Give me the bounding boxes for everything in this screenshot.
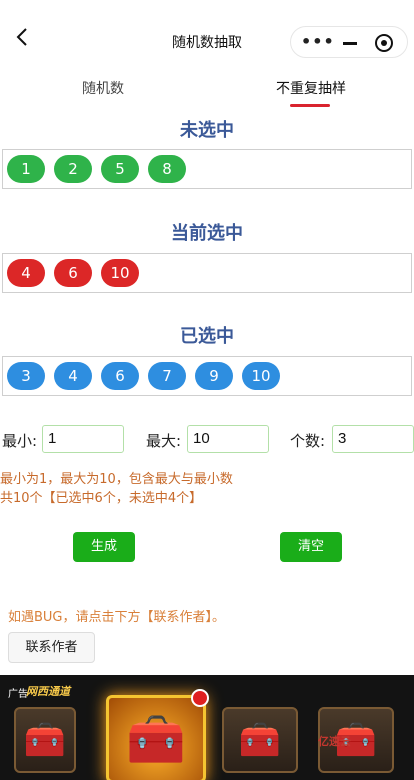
selected-box: 3 4 6 7 9 10 bbox=[2, 356, 412, 396]
clear-button[interactable]: 清空 bbox=[280, 532, 342, 562]
min-label: 最小: bbox=[2, 432, 38, 450]
more-icon[interactable]: ••• bbox=[301, 33, 334, 53]
range-hint: 最小为1，最大为10，包含最大与最小数 bbox=[0, 472, 233, 487]
tab-no-repeat-sampling[interactable]: 不重复抽样 bbox=[276, 78, 346, 98]
treasure-chest-card-highlighted[interactable]: 🧰 bbox=[106, 695, 206, 780]
tab-random-number[interactable]: 随机数 bbox=[82, 78, 124, 98]
count-label: 个数: bbox=[290, 432, 326, 450]
treasure-chest-icon: 🧰 bbox=[23, 720, 67, 760]
selected-title: 已选中 bbox=[180, 326, 234, 347]
number-ball: 4 bbox=[54, 362, 92, 390]
unselected-box: 1 2 5 8 bbox=[2, 149, 412, 189]
mini-program-capsule: ••• bbox=[290, 26, 408, 58]
current-box: 4 6 10 bbox=[2, 253, 412, 293]
number-ball: 6 bbox=[54, 259, 92, 287]
number-ball: 2 bbox=[54, 155, 92, 183]
ad-banner[interactable]: 广告 网西通道 🧰 🧰 🧰 🧰 亿速云 bbox=[0, 675, 414, 780]
watermark: 亿速云 bbox=[318, 735, 351, 748]
treasure-chest-icon: 🧰 bbox=[238, 720, 282, 760]
number-ball: 7 bbox=[148, 362, 186, 390]
bug-tip: 如遇BUG，请点击下方【联系作者】。 bbox=[8, 610, 226, 625]
minimize-icon[interactable] bbox=[343, 42, 357, 45]
generate-button[interactable]: 生成 bbox=[73, 532, 135, 562]
number-ball: 9 bbox=[195, 362, 233, 390]
number-ball: 5 bbox=[101, 155, 139, 183]
ad-label: 广告 bbox=[8, 689, 28, 700]
treasure-chest-card[interactable]: 🧰 bbox=[14, 707, 76, 773]
number-ball: 3 bbox=[7, 362, 45, 390]
treasure-chest-card[interactable]: 🧰 bbox=[222, 707, 298, 773]
contact-author-button[interactable]: 联系作者 bbox=[8, 632, 95, 663]
ad-brand: 网西通道 bbox=[26, 685, 70, 698]
count-input[interactable]: 3 bbox=[332, 425, 414, 453]
min-input[interactable]: 1 bbox=[42, 425, 124, 453]
number-ball: 10 bbox=[101, 259, 139, 287]
number-ball: 10 bbox=[242, 362, 280, 390]
active-tab-indicator bbox=[290, 104, 330, 107]
tab-bar: 随机数 不重复抽样 bbox=[0, 74, 414, 108]
treasure-chest-icon: 🧰 bbox=[126, 711, 186, 768]
count-hint: 共10个【已选中6个，未选中4个】 bbox=[0, 491, 203, 506]
unselected-title: 未选中 bbox=[180, 120, 234, 141]
number-ball: 1 bbox=[7, 155, 45, 183]
close-target-icon[interactable] bbox=[375, 34, 393, 52]
max-label: 最大: bbox=[146, 432, 182, 450]
current-title: 当前选中 bbox=[171, 223, 243, 244]
nav-bar: 随机数抽取 ••• bbox=[0, 0, 414, 66]
number-ball: 4 bbox=[7, 259, 45, 287]
number-ball: 8 bbox=[148, 155, 186, 183]
number-ball: 6 bbox=[101, 362, 139, 390]
notification-dot bbox=[191, 689, 209, 707]
max-input[interactable]: 10 bbox=[187, 425, 269, 453]
